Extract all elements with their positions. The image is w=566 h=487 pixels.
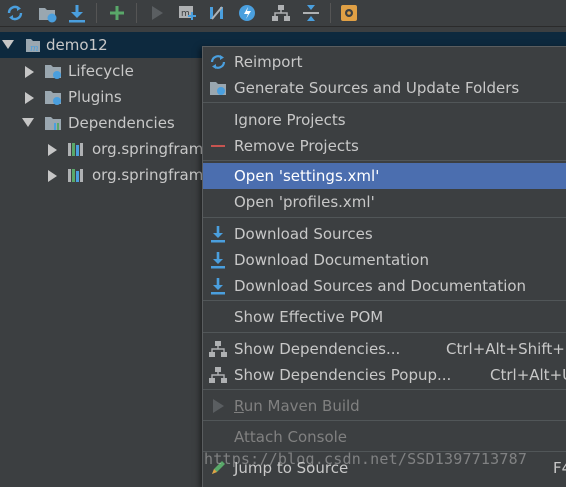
menu-item-download-documentation[interactable]: Download Documentation: [203, 247, 566, 273]
generate-sources-icon[interactable]: [36, 2, 58, 24]
menu-item-show-dependencies[interactable]: Show Dependencies... Ctrl+Alt+Shift+U: [203, 336, 566, 362]
add-icon[interactable]: [106, 2, 128, 24]
menu-item-remove-projects[interactable]: Remove Projects: [203, 133, 566, 159]
remove-icon: [211, 145, 225, 147]
menu-item-open-profiles-xml[interactable]: Open 'profiles.xml': [203, 189, 566, 215]
library-icon: [68, 143, 83, 156]
menu-item-ignore-projects[interactable]: Ignore Projects: [203, 107, 566, 133]
tree-label-dependencies: Dependencies: [68, 114, 175, 132]
tree-label-dependency: org.springframe: [92, 140, 213, 158]
execute-goal-icon[interactable]: m: [176, 2, 198, 24]
svg-text:m: m: [30, 44, 39, 54]
download-icon[interactable]: [66, 2, 88, 24]
download-icon: [211, 226, 225, 243]
tree-label-lifecycle: Lifecycle: [68, 62, 134, 80]
context-menu: Reimport Generate Sources and Update Fol…: [202, 46, 566, 487]
maven-module-icon: m: [26, 39, 40, 54]
library-icon: [68, 169, 83, 182]
reimport-all-icon[interactable]: [4, 2, 26, 24]
svg-text:m: m: [181, 9, 190, 19]
menu-item-show-dependencies-popup[interactable]: Show Dependencies Popup... Ctrl+Alt+U: [203, 362, 566, 388]
menu-separator: [203, 160, 566, 161]
skip-tests-icon[interactable]: [236, 2, 258, 24]
menu-separator: [203, 389, 566, 390]
menu-separator: [203, 300, 566, 301]
run-icon[interactable]: [146, 2, 168, 24]
menu-item-show-effective-pom[interactable]: Show Effective POM: [203, 304, 566, 330]
shortcut-label: Ctrl+Alt+Shift+U: [446, 340, 566, 358]
menu-separator: [203, 102, 566, 103]
expand-arrow-icon[interactable]: [25, 92, 34, 104]
settings-icon[interactable]: [338, 2, 360, 24]
expand-arrow-icon[interactable]: [25, 66, 34, 78]
menu-item-run-maven-build[interactable]: Run Maven Build: [203, 393, 566, 419]
collapse-all-icon[interactable]: [300, 2, 322, 24]
shortcut-label: F4: [553, 459, 566, 477]
expand-arrow-icon[interactable]: [22, 118, 34, 127]
download-icon: [211, 252, 225, 269]
toggle-offline-icon[interactable]: [206, 2, 228, 24]
menu-item-download-sources[interactable]: Download Sources: [203, 221, 566, 247]
expand-arrow-icon[interactable]: [48, 170, 57, 182]
menu-item-generate-sources[interactable]: Generate Sources and Update Folders: [203, 75, 566, 101]
download-icon: [211, 278, 225, 295]
menu-item-open-settings-xml[interactable]: Open 'settings.xml': [203, 163, 566, 189]
menu-separator: [203, 217, 566, 218]
folder-gear-icon: [45, 65, 61, 79]
watermark: https://blog.csdn.net/SSD1397713787: [204, 450, 528, 468]
dependencies-tree-icon: [209, 341, 227, 357]
reimport-icon: [210, 55, 226, 69]
menu-item-reimport[interactable]: Reimport: [203, 49, 566, 75]
maven-toolbar: m: [0, 0, 566, 27]
tree-label-plugins: Plugins: [68, 88, 122, 106]
folder-gear-icon: [45, 91, 61, 105]
menu-separator: [203, 420, 566, 421]
tree-label-root: demo12: [46, 36, 108, 54]
tree-label-dependency: org.springframe: [92, 166, 213, 184]
mnemonic-r: R: [234, 397, 244, 415]
menu-separator: [203, 332, 566, 333]
menu-item-download-sources-and-documentation[interactable]: Download Sources and Documentation: [203, 273, 566, 299]
generate-sources-icon: [210, 82, 226, 95]
expand-arrow-icon[interactable]: [2, 40, 14, 49]
run-build-text: un Maven Build: [243, 397, 360, 415]
run-icon: [213, 399, 224, 413]
shortcut-label: Ctrl+Alt+U: [490, 366, 566, 384]
menu-item-attach-console[interactable]: Attach Console: [203, 424, 566, 450]
show-dependencies-icon[interactable]: [270, 2, 292, 24]
dependencies-tree-icon: [209, 367, 227, 383]
expand-arrow-icon[interactable]: [48, 144, 57, 156]
folder-library-icon: [45, 117, 61, 130]
